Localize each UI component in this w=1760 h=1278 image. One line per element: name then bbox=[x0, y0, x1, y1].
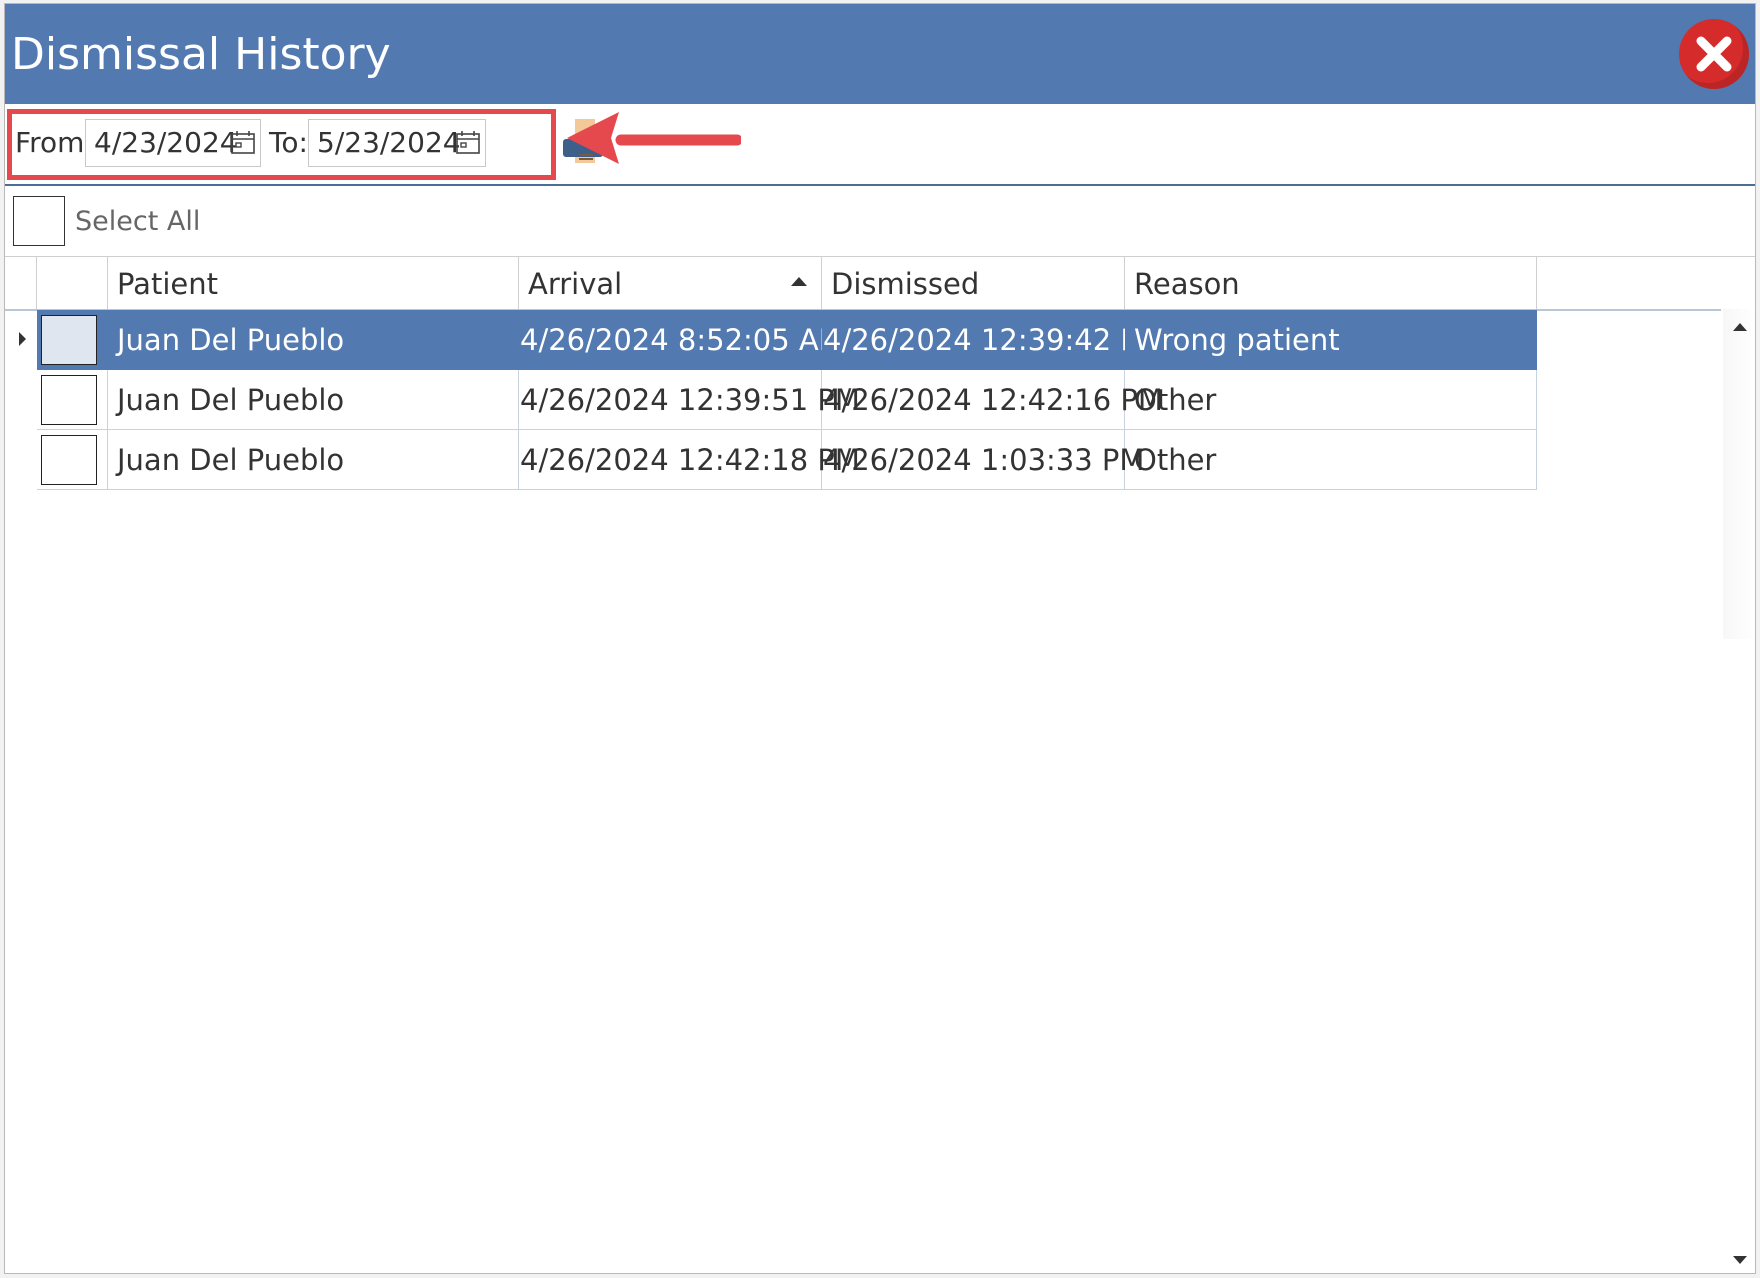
select-all-checkbox[interactable] bbox=[13, 196, 65, 246]
select-all-row: Select All bbox=[5, 186, 1755, 256]
column-header-label: Dismissed bbox=[831, 267, 980, 301]
from-label: From: bbox=[15, 126, 94, 159]
scroll-up-icon[interactable] bbox=[1733, 323, 1747, 331]
column-header-arrival[interactable]: Arrival bbox=[519, 257, 822, 309]
dismissed-time: 4/26/2024 12:42:16 PM bbox=[823, 383, 1163, 417]
dismissal-grid: Patient Arrival Dismissed Reason Juan De… bbox=[5, 256, 1755, 1273]
from-date-picker[interactable]: 4/23/2024 bbox=[85, 119, 261, 167]
cell-patient[interactable]: Juan Del Pueblo bbox=[108, 430, 519, 490]
reason-text: Other bbox=[1134, 443, 1217, 477]
column-header-patient[interactable]: Patient bbox=[108, 257, 519, 309]
select-all-label: Select All bbox=[75, 206, 201, 237]
scrollbar-track[interactable] bbox=[1723, 309, 1755, 639]
arrival-time: 4/26/2024 12:42:18 PM bbox=[520, 443, 860, 477]
cell-patient[interactable]: Juan Del Pueblo bbox=[108, 370, 519, 430]
column-header-label: Reason bbox=[1134, 267, 1240, 301]
dismissed-time: 4/26/2024 1:03:33 PM bbox=[823, 443, 1145, 477]
column-header-dismissed[interactable]: Dismissed bbox=[822, 257, 1125, 309]
cell-reason[interactable]: Wrong patient bbox=[1125, 310, 1537, 370]
sort-ascending-icon bbox=[791, 277, 807, 286]
cell-arrival[interactable]: 4/26/2024 12:39:51 PM bbox=[519, 370, 860, 430]
cell-reason[interactable]: Other bbox=[1125, 430, 1537, 490]
reason-text: Wrong patient bbox=[1134, 323, 1340, 357]
to-date-value: 5/23/2024 bbox=[317, 126, 461, 159]
date-filter-toolbar: From: 4/23/2024 To: 5/23/2024 bbox=[5, 104, 1755, 186]
arrival-time: 4/26/2024 8:52:05 AM bbox=[520, 323, 844, 357]
window-title: Dismissal History bbox=[11, 29, 391, 80]
dismissed-time: 4/26/2024 12:39:42 PM bbox=[823, 323, 1163, 357]
cell-dismissed[interactable]: 4/26/2024 12:39:42 PM bbox=[822, 310, 1163, 370]
scroll-down-icon[interactable] bbox=[1733, 1256, 1747, 1264]
cell-patient[interactable]: Juan Del Pueblo bbox=[108, 310, 519, 370]
close-icon bbox=[1696, 36, 1732, 72]
cell-reason[interactable]: Other bbox=[1125, 370, 1537, 430]
patient-name: Juan Del Pueblo bbox=[117, 443, 345, 477]
patient-name: Juan Del Pueblo bbox=[117, 383, 345, 417]
grid-header: Patient Arrival Dismissed Reason bbox=[5, 257, 1721, 311]
row-checkbox[interactable] bbox=[41, 315, 97, 365]
table-row[interactable]: Juan Del Pueblo 4/26/2024 12:39:51 PM 4/… bbox=[5, 370, 1721, 430]
row-checkbox-cell bbox=[37, 370, 108, 430]
column-header-label: Patient bbox=[117, 267, 218, 301]
calendar-icon[interactable] bbox=[230, 130, 256, 156]
cell-dismissed[interactable]: 4/26/2024 12:42:16 PM bbox=[822, 370, 1163, 430]
cell-arrival[interactable]: 4/26/2024 12:42:18 PM bbox=[519, 430, 860, 490]
current-row-indicator-icon bbox=[19, 332, 26, 346]
row-checkbox[interactable] bbox=[41, 435, 97, 485]
from-date-value: 4/23/2024 bbox=[94, 126, 238, 159]
arrow-icon bbox=[567, 112, 741, 164]
row-checkbox-cell bbox=[37, 430, 108, 490]
close-button[interactable] bbox=[1679, 19, 1749, 89]
row-checkbox[interactable] bbox=[41, 375, 97, 425]
column-header-reason[interactable]: Reason bbox=[1125, 257, 1537, 309]
title-bar: Dismissal History bbox=[5, 4, 1755, 104]
calendar-icon[interactable] bbox=[455, 130, 481, 156]
header-checkbox-cell bbox=[37, 257, 108, 309]
table-row[interactable]: Juan Del Pueblo 4/26/2024 8:52:05 AM 4/2… bbox=[5, 310, 1721, 370]
header-indicator-cell bbox=[5, 257, 37, 309]
to-date-picker[interactable]: 5/23/2024 bbox=[308, 119, 486, 167]
cell-dismissed[interactable]: 4/26/2024 1:03:33 PM bbox=[822, 430, 1144, 490]
vertical-scrollbar[interactable] bbox=[1723, 309, 1755, 1273]
patient-name: Juan Del Pueblo bbox=[117, 323, 345, 357]
dismissal-history-window: Dismissal History From: 4/23/2024 To: 5/… bbox=[4, 3, 1756, 1274]
column-header-label: Arrival bbox=[528, 267, 623, 301]
reason-text: Other bbox=[1134, 383, 1217, 417]
row-checkbox-cell bbox=[37, 310, 108, 370]
cell-arrival[interactable]: 4/26/2024 8:52:05 AM bbox=[519, 310, 844, 370]
table-row[interactable]: Juan Del Pueblo 4/26/2024 12:42:18 PM 4/… bbox=[5, 430, 1721, 490]
arrival-time: 4/26/2024 12:39:51 PM bbox=[520, 383, 860, 417]
to-label: To: bbox=[269, 126, 308, 159]
